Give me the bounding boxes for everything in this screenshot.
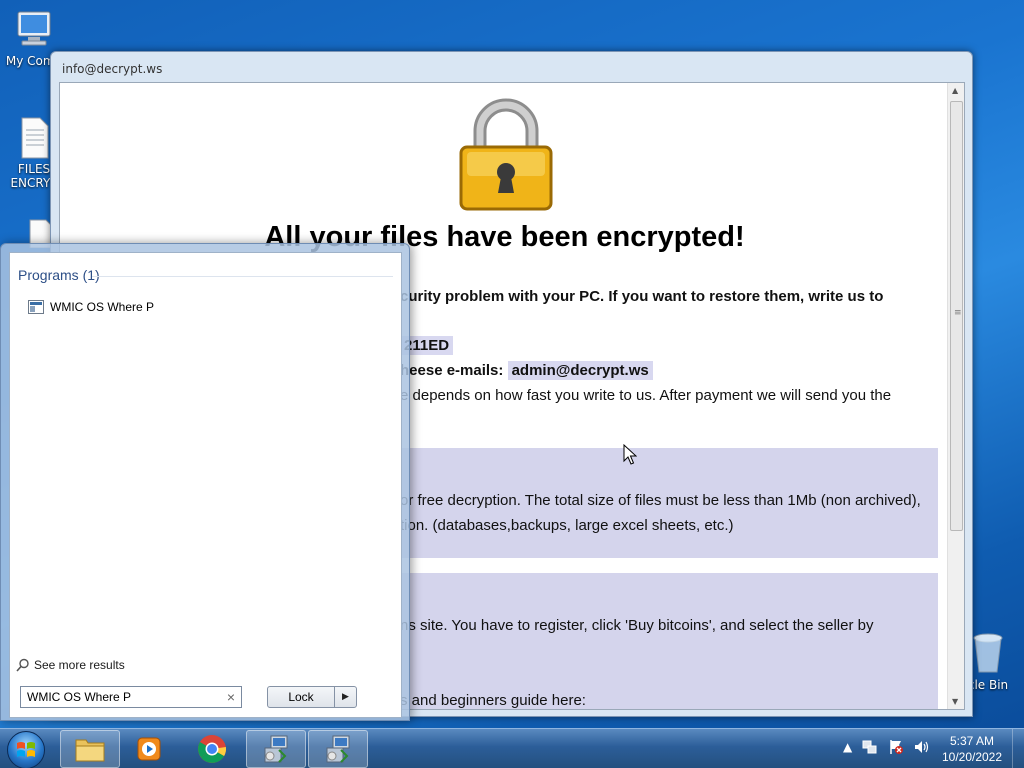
see-more-label: See more results (34, 658, 125, 672)
clock-date: 10/20/2022 (941, 750, 1003, 764)
contact-email[interactable]: admin@decrypt.ws (507, 361, 653, 380)
volume-icon[interactable] (914, 739, 930, 755)
programs-section-title: Programs (1) (18, 267, 100, 283)
show-desktop-button[interactable] (1012, 729, 1024, 768)
desktop-icon-label: cle Bin (967, 678, 1009, 692)
clock[interactable]: 5:37 AM 10/20/2022 (935, 733, 1009, 765)
scroll-up-arrow-icon[interactable]: ▲ (952, 86, 958, 95)
clear-search-icon[interactable]: × (227, 689, 235, 705)
section-divider (92, 276, 393, 277)
program-result-item[interactable]: WMIC OS Where P (28, 300, 154, 314)
action-center-warning-icon[interactable] (888, 739, 904, 755)
padlock-icon (459, 98, 553, 211)
grip-icon: ≡ (954, 308, 962, 318)
folder-icon (75, 739, 105, 762)
panel2-line-2: s and beginners guide here: (400, 692, 586, 709)
console-icon (28, 300, 44, 314)
lock-button[interactable]: Lock (267, 686, 335, 708)
taskbar-installer-button-1[interactable] (246, 730, 306, 768)
taskbar-media-player-button[interactable] (119, 730, 179, 768)
chrome-icon (198, 735, 227, 763)
search-input-value: WMIC OS Where P (27, 690, 132, 704)
message-line-1: curity problem with your PC. If you want… (400, 288, 884, 305)
computer-icon (17, 11, 51, 46)
recycle-bin-icon (973, 633, 1003, 673)
message-line-3: e depends on how fast you write to us. A… (400, 387, 892, 404)
media-player-icon (137, 737, 161, 761)
taskbar: ▲ 5:37 AM 10/20/2022 (0, 728, 1024, 768)
start-button[interactable] (7, 731, 45, 768)
installer-icon (264, 735, 288, 763)
scroll-thumb[interactable]: ≡ (950, 101, 963, 531)
network-icon[interactable] (862, 739, 878, 755)
taskbar-explorer-button[interactable] (60, 730, 120, 768)
panel1-line-2: tion. (databases,backups, large excel sh… (400, 517, 734, 534)
emails-prefix: heese e-mails: (400, 362, 504, 379)
vertical-scrollbar[interactable]: ▲ ≡ ▼ (947, 83, 964, 709)
panel2-line-1: ns site. You have to register, click 'Bu… (400, 617, 874, 634)
windows-logo-icon (17, 742, 35, 757)
panel1-line-1: or free decryption. The total size of fi… (400, 492, 921, 509)
start-search-input[interactable]: WMIC OS Where P × (20, 686, 242, 708)
installer-icon (326, 735, 350, 763)
start-menu-results: Programs (1) WMIC OS Where P See more re… (9, 252, 402, 718)
document-icon (21, 117, 49, 159)
taskbar-installer-button-2[interactable] (308, 730, 368, 768)
see-more-results-link[interactable]: See more results (16, 658, 125, 672)
search-icon (16, 658, 29, 672)
taskbar-chrome-button[interactable] (182, 730, 242, 768)
mouse-cursor-icon (623, 444, 637, 465)
shutdown-options-arrow-icon[interactable]: ▶ (334, 686, 357, 708)
show-hidden-icons-icon[interactable]: ▲ (843, 740, 852, 754)
system-tray: ▲ (843, 739, 930, 755)
program-result-label: WMIC OS Where P (50, 300, 155, 314)
clock-time: 5:37 AM (949, 734, 995, 748)
start-menu: Programs (1) WMIC OS Where P See more re… (0, 243, 410, 721)
window-title: info@decrypt.ws (62, 62, 163, 76)
scroll-down-arrow-icon[interactable]: ▼ (952, 697, 958, 706)
